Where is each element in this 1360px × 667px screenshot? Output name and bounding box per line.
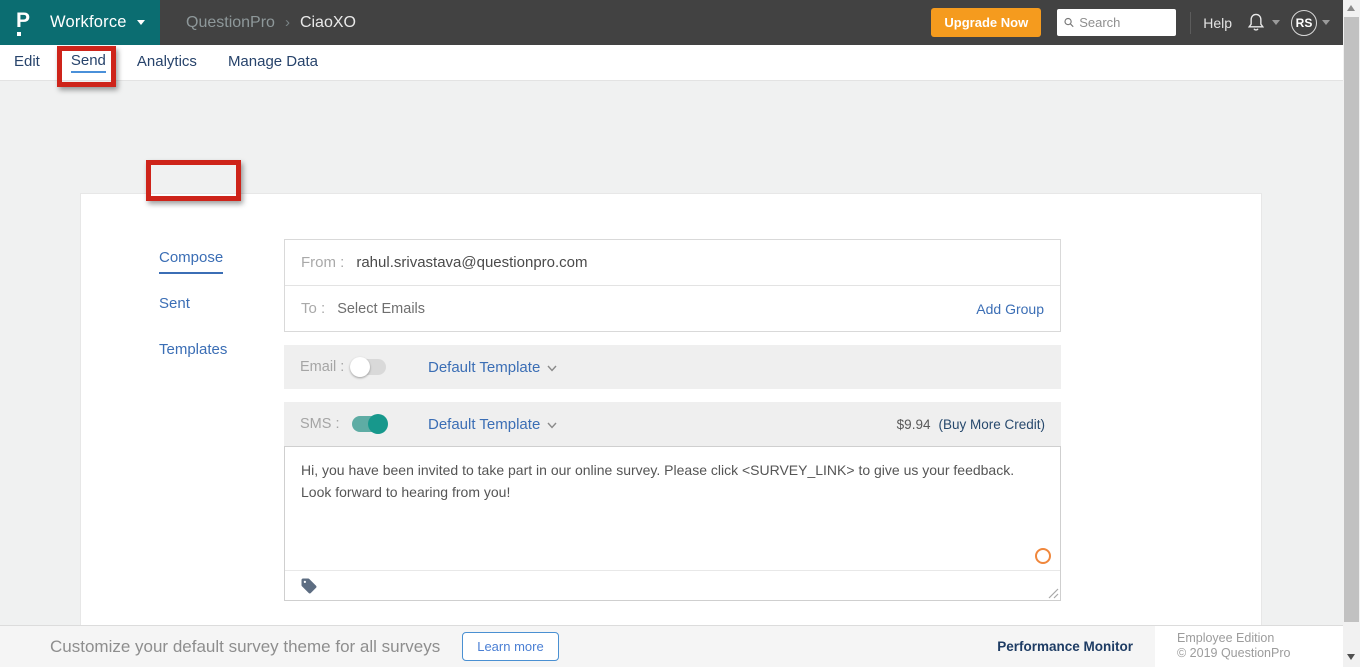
send-side-nav: Compose Sent Templates: [159, 249, 227, 387]
loading-circle-icon: [1035, 548, 1051, 564]
tab-send[interactable]: Send: [70, 52, 106, 73]
search-icon: [1064, 17, 1074, 28]
sms-template-label: Default Template: [428, 415, 541, 433]
sidebar-item-templates[interactable]: Templates: [159, 341, 227, 358]
chevron-down-icon: [547, 422, 557, 429]
buy-more-credit-link[interactable]: (Buy More Credit): [938, 417, 1045, 432]
workforce-product-switcher[interactable]: P Workforce: [0, 0, 160, 45]
bell-icon: [1247, 13, 1265, 31]
notifications-button[interactable]: [1245, 11, 1280, 34]
breadcrumb: QuestionPro › CiaoXO: [186, 14, 356, 32]
app-root: P Workforce QuestionPro › CiaoXO Upgrade…: [0, 0, 1360, 667]
copyright-label: © 2019 QuestionPro: [1177, 646, 1291, 661]
edition-label: Employee Edition: [1177, 630, 1275, 645]
sms-template-dropdown[interactable]: Default Template: [428, 416, 557, 433]
tag-icon: [301, 578, 317, 593]
chevron-down-icon: [136, 20, 145, 25]
product-name: Workforce: [50, 13, 127, 31]
message-box: Hi, you have been invited to take part i…: [284, 446, 1061, 601]
chevron-down-icon: [1322, 20, 1330, 25]
help-link[interactable]: Help: [1203, 15, 1232, 31]
content-background: Compose Sent Templates From : rahul.sriv…: [0, 81, 1343, 667]
scroll-down-arrow-icon[interactable]: [1347, 654, 1355, 660]
breadcrumb-current: CiaoXO: [299, 13, 356, 31]
sms-credit-group: $9.94 (Buy More Credit): [897, 417, 1045, 432]
scroll-up-arrow-icon[interactable]: [1347, 5, 1355, 11]
account-menu[interactable]: RS: [1291, 9, 1330, 36]
email-channel-row: Email : Default Template: [284, 345, 1061, 389]
edition-panel: Employee Edition © 2019 QuestionPro: [1155, 625, 1343, 667]
sms-label: SMS :: [300, 416, 340, 432]
breadcrumb-separator-icon: ›: [284, 14, 290, 31]
search-input[interactable]: [1079, 15, 1170, 30]
scrollbar-thumb[interactable]: [1344, 17, 1359, 622]
questionpro-logo-icon: P: [16, 9, 36, 36]
survey-tabbar: Edit Send Analytics Manage Data: [0, 45, 1343, 81]
chevron-down-icon: [1272, 20, 1280, 25]
to-field[interactable]: To : Select Emails Add Group: [285, 285, 1060, 331]
to-label: To :: [301, 300, 326, 317]
to-value: Select Emails: [337, 300, 426, 317]
message-toolbar: [285, 570, 1060, 600]
from-value: rahul.srivastava@questionpro.com: [356, 254, 588, 271]
send-panel-card: Compose Sent Templates From : rahul.sriv…: [80, 193, 1262, 667]
performance-monitor-link[interactable]: Performance Monitor: [997, 639, 1133, 654]
sms-channel-row: SMS : Default Template $9.94 (Buy More C…: [284, 402, 1061, 446]
email-toggle[interactable]: [350, 357, 386, 377]
footer: Customize your default survey theme for …: [0, 625, 1343, 667]
footer-promo-text: Customize your default survey theme for …: [50, 636, 441, 656]
sms-toggle[interactable]: [352, 414, 388, 434]
email-label: Email :: [300, 359, 345, 375]
breadcrumb-parent[interactable]: QuestionPro: [186, 14, 275, 32]
message-textarea[interactable]: Hi, you have been invited to take part i…: [285, 447, 1060, 571]
address-box: From : rahul.srivastava@questionpro.com …: [284, 239, 1061, 332]
navbar-divider: [1190, 11, 1192, 34]
learn-more-button[interactable]: Learn more: [462, 632, 559, 661]
upgrade-now-button[interactable]: Upgrade Now: [931, 8, 1042, 37]
resize-handle-icon[interactable]: [1048, 588, 1059, 599]
email-template-label: Default Template: [428, 358, 541, 376]
tab-manage-data[interactable]: Manage Data: [228, 53, 318, 72]
tab-analytics[interactable]: Analytics: [137, 53, 197, 72]
sidebar-item-sent[interactable]: Sent: [159, 295, 190, 312]
chevron-down-icon: [547, 365, 557, 372]
vertical-scrollbar[interactable]: [1343, 0, 1360, 667]
from-field[interactable]: From : rahul.srivastava@questionpro.com: [285, 240, 1060, 285]
email-template-dropdown[interactable]: Default Template: [428, 359, 557, 376]
avatar: RS: [1291, 9, 1317, 36]
search-box[interactable]: [1057, 9, 1177, 36]
compose-form: From : rahul.srivastava@questionpro.com …: [284, 239, 1061, 663]
sidebar-item-compose[interactable]: Compose: [159, 249, 224, 274]
top-navbar: P Workforce QuestionPro › CiaoXO Upgrade…: [0, 0, 1343, 45]
from-label: From :: [301, 254, 345, 271]
tab-edit[interactable]: Edit: [14, 53, 40, 72]
sms-balance: $9.94: [896, 416, 931, 432]
add-group-link[interactable]: Add Group: [976, 301, 1044, 317]
merge-tag-button[interactable]: [300, 577, 318, 595]
